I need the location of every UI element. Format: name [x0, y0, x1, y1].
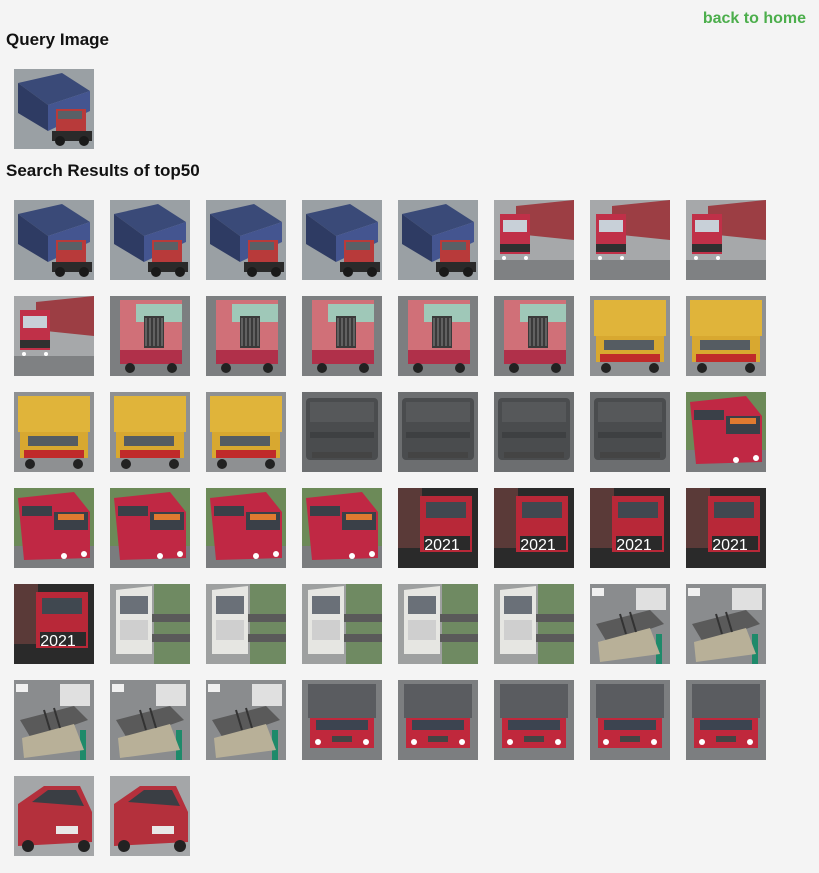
result-image-17[interactable] — [14, 392, 94, 472]
result-image-47[interactable] — [590, 680, 670, 760]
result-image-14[interactable] — [494, 296, 574, 376]
result-image-12[interactable] — [302, 296, 382, 376]
search-results-heading: Search Results of top50 — [6, 161, 200, 180]
result-image-26[interactable] — [110, 488, 190, 568]
result-image-31[interactable]: 2021 — [590, 488, 670, 568]
result-image-32[interactable]: 2021 — [686, 488, 766, 568]
result-image-11[interactable] — [206, 296, 286, 376]
result-image-43[interactable] — [206, 680, 286, 760]
result-image-19[interactable] — [206, 392, 286, 472]
result-image-15[interactable] — [590, 296, 670, 376]
back-to-home-link[interactable]: back to home — [703, 10, 806, 28]
result-image-28[interactable] — [302, 488, 382, 568]
result-image-24[interactable] — [686, 392, 766, 472]
result-image-18[interactable] — [110, 392, 190, 472]
result-image-50[interactable] — [110, 776, 190, 856]
result-image-25[interactable] — [14, 488, 94, 568]
result-image-29[interactable]: 2021 — [398, 488, 478, 568]
query-image-heading: Query Image — [6, 30, 109, 49]
result-image-13[interactable] — [398, 296, 478, 376]
result-image-23[interactable] — [590, 392, 670, 472]
result-image-36[interactable] — [302, 584, 382, 664]
result-image-7[interactable] — [590, 200, 670, 280]
plate-label: 2021 — [424, 537, 460, 554]
result-image-2[interactable] — [110, 200, 190, 280]
result-image-49[interactable] — [14, 776, 94, 856]
result-image-34[interactable] — [110, 584, 190, 664]
result-image-37[interactable] — [398, 584, 478, 664]
plate-label: 2021 — [40, 633, 76, 650]
results-grid: 2021 2021 2021 2021 2021 — [14, 200, 794, 856]
result-image-10[interactable] — [110, 296, 190, 376]
result-image-27[interactable] — [206, 488, 286, 568]
plate-label: 2021 — [520, 537, 556, 554]
result-image-30[interactable]: 2021 — [494, 488, 574, 568]
result-image-3[interactable] — [206, 200, 286, 280]
result-image-41[interactable] — [14, 680, 94, 760]
result-image-20[interactable] — [302, 392, 382, 472]
result-image-4[interactable] — [302, 200, 382, 280]
page: back to home Query Image Search Results … — [0, 0, 819, 873]
result-image-5[interactable] — [398, 200, 478, 280]
result-image-35[interactable] — [206, 584, 286, 664]
result-image-33[interactable]: 2021 — [14, 584, 94, 664]
result-image-9[interactable] — [14, 296, 94, 376]
result-image-48[interactable] — [686, 680, 766, 760]
result-image-46[interactable] — [494, 680, 574, 760]
plate-label: 2021 — [616, 537, 652, 554]
plate-label: 2021 — [712, 537, 748, 554]
result-image-44[interactable] — [302, 680, 382, 760]
result-image-39[interactable] — [590, 584, 670, 664]
result-image-40[interactable] — [686, 584, 766, 664]
result-image-16[interactable] — [686, 296, 766, 376]
result-image-45[interactable] — [398, 680, 478, 760]
result-image-38[interactable] — [494, 584, 574, 664]
result-image-6[interactable] — [494, 200, 574, 280]
result-image-21[interactable] — [398, 392, 478, 472]
result-image-42[interactable] — [110, 680, 190, 760]
result-image-8[interactable] — [686, 200, 766, 280]
result-image-22[interactable] — [494, 392, 574, 472]
query-image[interactable] — [14, 69, 94, 149]
result-image-1[interactable] — [14, 200, 94, 280]
